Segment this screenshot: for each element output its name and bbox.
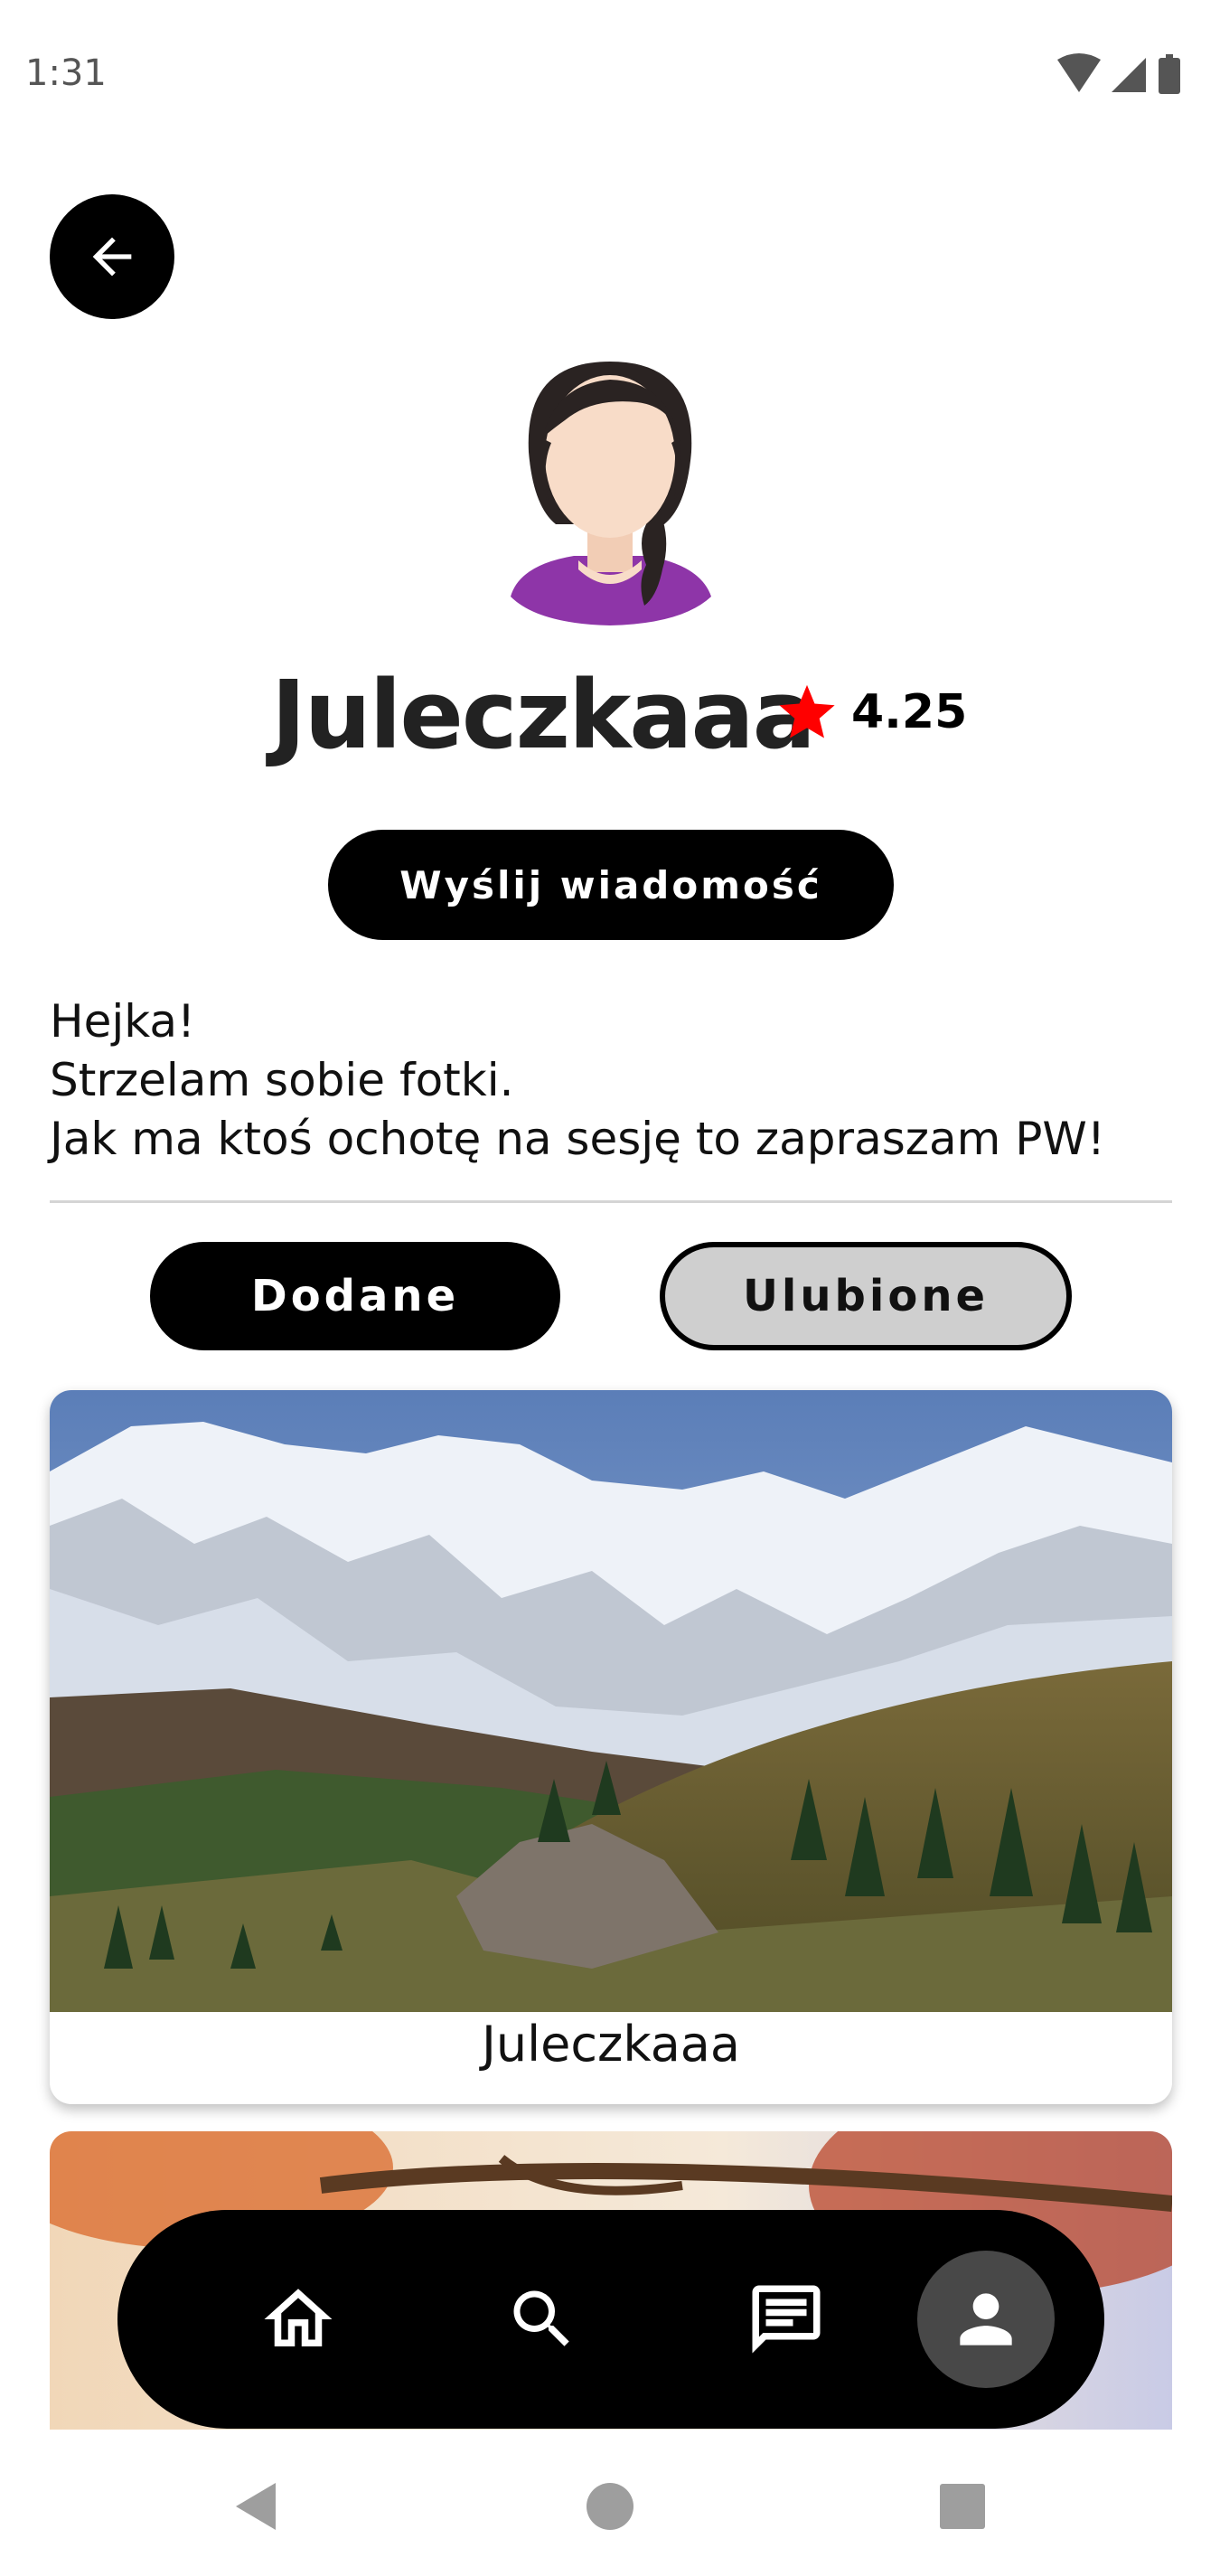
battery-icon [1159, 54, 1180, 94]
chat-icon [752, 2285, 821, 2354]
bio-line: Jak ma ktoś ochotę na sesję to zapraszam… [50, 1113, 1105, 1165]
tab-dodane[interactable]: Dodane [150, 1242, 560, 1350]
divider [50, 1200, 1172, 1203]
send-message-button[interactable]: Wyślij wiadomość [328, 830, 894, 940]
profile-icon [960, 2293, 1012, 2346]
home-circle-icon [587, 2483, 633, 2530]
profile-avatar [502, 353, 718, 633]
rating-value: 4.25 [851, 685, 968, 739]
profile-name: Juleczkaaa [271, 660, 816, 770]
post-card[interactable]: Juleczkaaa [50, 1390, 1172, 2104]
star-icon [775, 680, 839, 743]
profile-bio: Hejka! Strzelam sobie fotki. Jak ma ktoś… [50, 992, 1170, 1169]
search-icon [513, 2290, 569, 2346]
nav-profile[interactable] [917, 2251, 1055, 2388]
wifi-icon [1057, 53, 1101, 92]
tab-ulubione[interactable]: Ulubione [660, 1242, 1072, 1350]
bottom-navigation [117, 2210, 1104, 2429]
system-recents-button[interactable] [937, 2479, 988, 2537]
signal-icon [1112, 58, 1146, 92]
arrow-left-icon [92, 237, 132, 277]
status-time: 1:31 [25, 52, 107, 94]
home-icon [264, 2289, 333, 2346]
bio-line: Hejka! [50, 995, 196, 1048]
system-home-button[interactable] [585, 2479, 635, 2537]
system-navigation-bar [0, 2430, 1220, 2576]
back-triangle-icon [236, 2483, 276, 2530]
recents-square-icon [940, 2484, 985, 2529]
bio-line: Strzelam sobie fotki. [50, 1054, 514, 1106]
post-author: Juleczkaaa [481, 2016, 740, 2073]
nav-chat[interactable] [732, 2210, 840, 2429]
post-image [50, 1390, 1172, 2012]
nav-home[interactable] [244, 2210, 352, 2429]
system-back-button[interactable] [230, 2479, 281, 2537]
nav-search[interactable] [488, 2210, 596, 2429]
back-button[interactable] [50, 194, 174, 319]
status-icons [1056, 52, 1200, 99]
